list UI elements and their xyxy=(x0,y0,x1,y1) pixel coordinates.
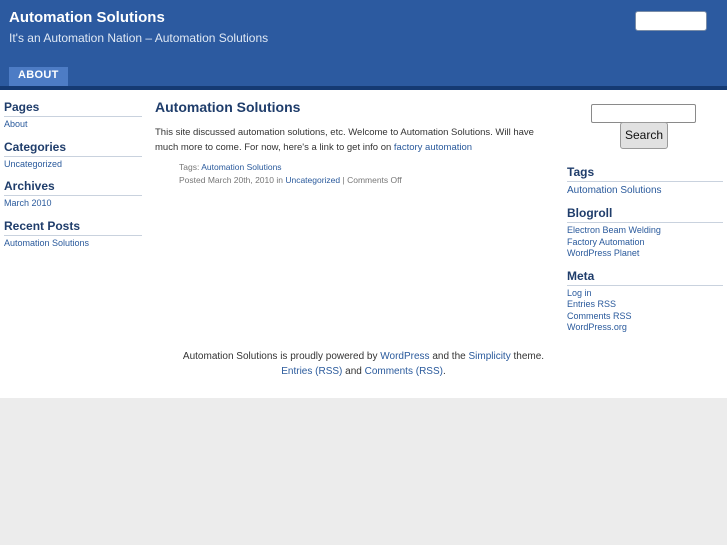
blogroll-widget: Blogroll Electron Beam Welding Factory A… xyxy=(567,206,723,260)
meta-link-comments-rss[interactable]: Comments RSS xyxy=(567,311,632,321)
post-date: Posted March 20th, 2010 in xyxy=(179,175,286,185)
footer-text: and the xyxy=(429,351,469,362)
footer-feeds-line: Entries (RSS) and Comments (RSS). xyxy=(0,364,727,379)
meta-link-login[interactable]: Log in xyxy=(567,288,592,298)
tags-widget-title: Tags xyxy=(567,165,723,182)
archives-widget: Archives March 2010 xyxy=(4,179,142,210)
footer-text: . xyxy=(442,366,446,377)
footer-text: Automation Solutions is proudly powered … xyxy=(182,351,381,362)
search-button[interactable]: Search xyxy=(620,122,668,149)
tag-link-automation-solutions[interactable]: Automation Solutions xyxy=(567,185,662,196)
archives-widget-title: Archives xyxy=(4,179,142,196)
post-tags-label: Tags: xyxy=(179,162,202,172)
post-body-text: This site discussed automation solutions… xyxy=(155,127,534,153)
blogroll-link-wordpress-planet[interactable]: WordPress Planet xyxy=(567,248,639,258)
pages-widget-title: Pages xyxy=(4,100,142,117)
post-title[interactable]: Automation Solutions xyxy=(155,99,300,115)
post-tag-link[interactable]: Automation Solutions xyxy=(201,162,281,172)
site-tagline: It's an Automation Nation – Automation S… xyxy=(9,31,269,45)
footer-credit-line: Automation Solutions is proudly powered … xyxy=(0,349,727,364)
category-link-uncategorized[interactable]: Uncategorized xyxy=(4,159,62,169)
post-tags: Tags: Automation Solutions xyxy=(179,162,555,172)
left-sidebar: Pages About Categories Uncategorized Arc… xyxy=(4,100,142,258)
main-content: Automation Solutions This site discussed… xyxy=(155,99,555,185)
blogroll-widget-title: Blogroll xyxy=(567,206,723,223)
footer-text: and xyxy=(342,366,365,377)
meta-widget: Meta Log in Entries RSS Comments RSS Wor… xyxy=(567,269,723,334)
post-category-link[interactable]: Uncategorized xyxy=(285,175,340,185)
sidebar-search-input[interactable] xyxy=(591,104,696,123)
footer-entries-rss-link[interactable]: Entries (RSS) xyxy=(281,366,342,377)
recent-posts-widget: Recent Posts Automation Solutions xyxy=(4,219,142,250)
pages-widget: Pages About xyxy=(4,100,142,131)
categories-widget-title: Categories xyxy=(4,140,142,157)
page-link-about[interactable]: About xyxy=(4,119,28,129)
header-search-input[interactable] xyxy=(635,11,707,31)
site-title[interactable]: Automation Solutions xyxy=(9,9,165,26)
recent-post-link[interactable]: Automation Solutions xyxy=(4,238,89,248)
recent-posts-widget-title: Recent Posts xyxy=(4,219,142,236)
factory-automation-link[interactable]: factory automation xyxy=(394,142,472,153)
blogroll-link-factory-automation[interactable]: Factory Automation xyxy=(567,237,645,247)
meta-widget-title: Meta xyxy=(567,269,723,286)
post-body: This site discussed automation solutions… xyxy=(155,125,555,155)
footer-simplicity-link[interactable]: Simplicity xyxy=(468,351,510,362)
blogroll-link-electron-beam-welding[interactable]: Electron Beam Welding xyxy=(567,225,661,235)
post-comments-status: Comments Off xyxy=(347,175,402,185)
meta-link-entries-rss[interactable]: Entries RSS xyxy=(567,299,616,309)
nav-tab-about[interactable]: ABOUT xyxy=(9,67,68,86)
post-meta: Posted March 20th, 2010 in Uncategorized… xyxy=(179,175,555,185)
site-header: Automation Solutions It's an Automation … xyxy=(0,0,727,86)
tags-widget: Tags Automation Solutions xyxy=(567,165,723,197)
site-footer: Automation Solutions is proudly powered … xyxy=(0,349,727,379)
footer-text: theme. xyxy=(510,351,545,362)
footer-comments-rss-link[interactable]: Comments (RSS) xyxy=(365,366,443,377)
meta-link-wordpress-org[interactable]: WordPress.org xyxy=(567,322,627,332)
footer-wordpress-link[interactable]: WordPress xyxy=(380,351,429,362)
archive-link-march-2010[interactable]: March 2010 xyxy=(4,198,52,208)
page-body: Pages About Categories Uncategorized Arc… xyxy=(0,90,727,398)
categories-widget: Categories Uncategorized xyxy=(4,140,142,171)
